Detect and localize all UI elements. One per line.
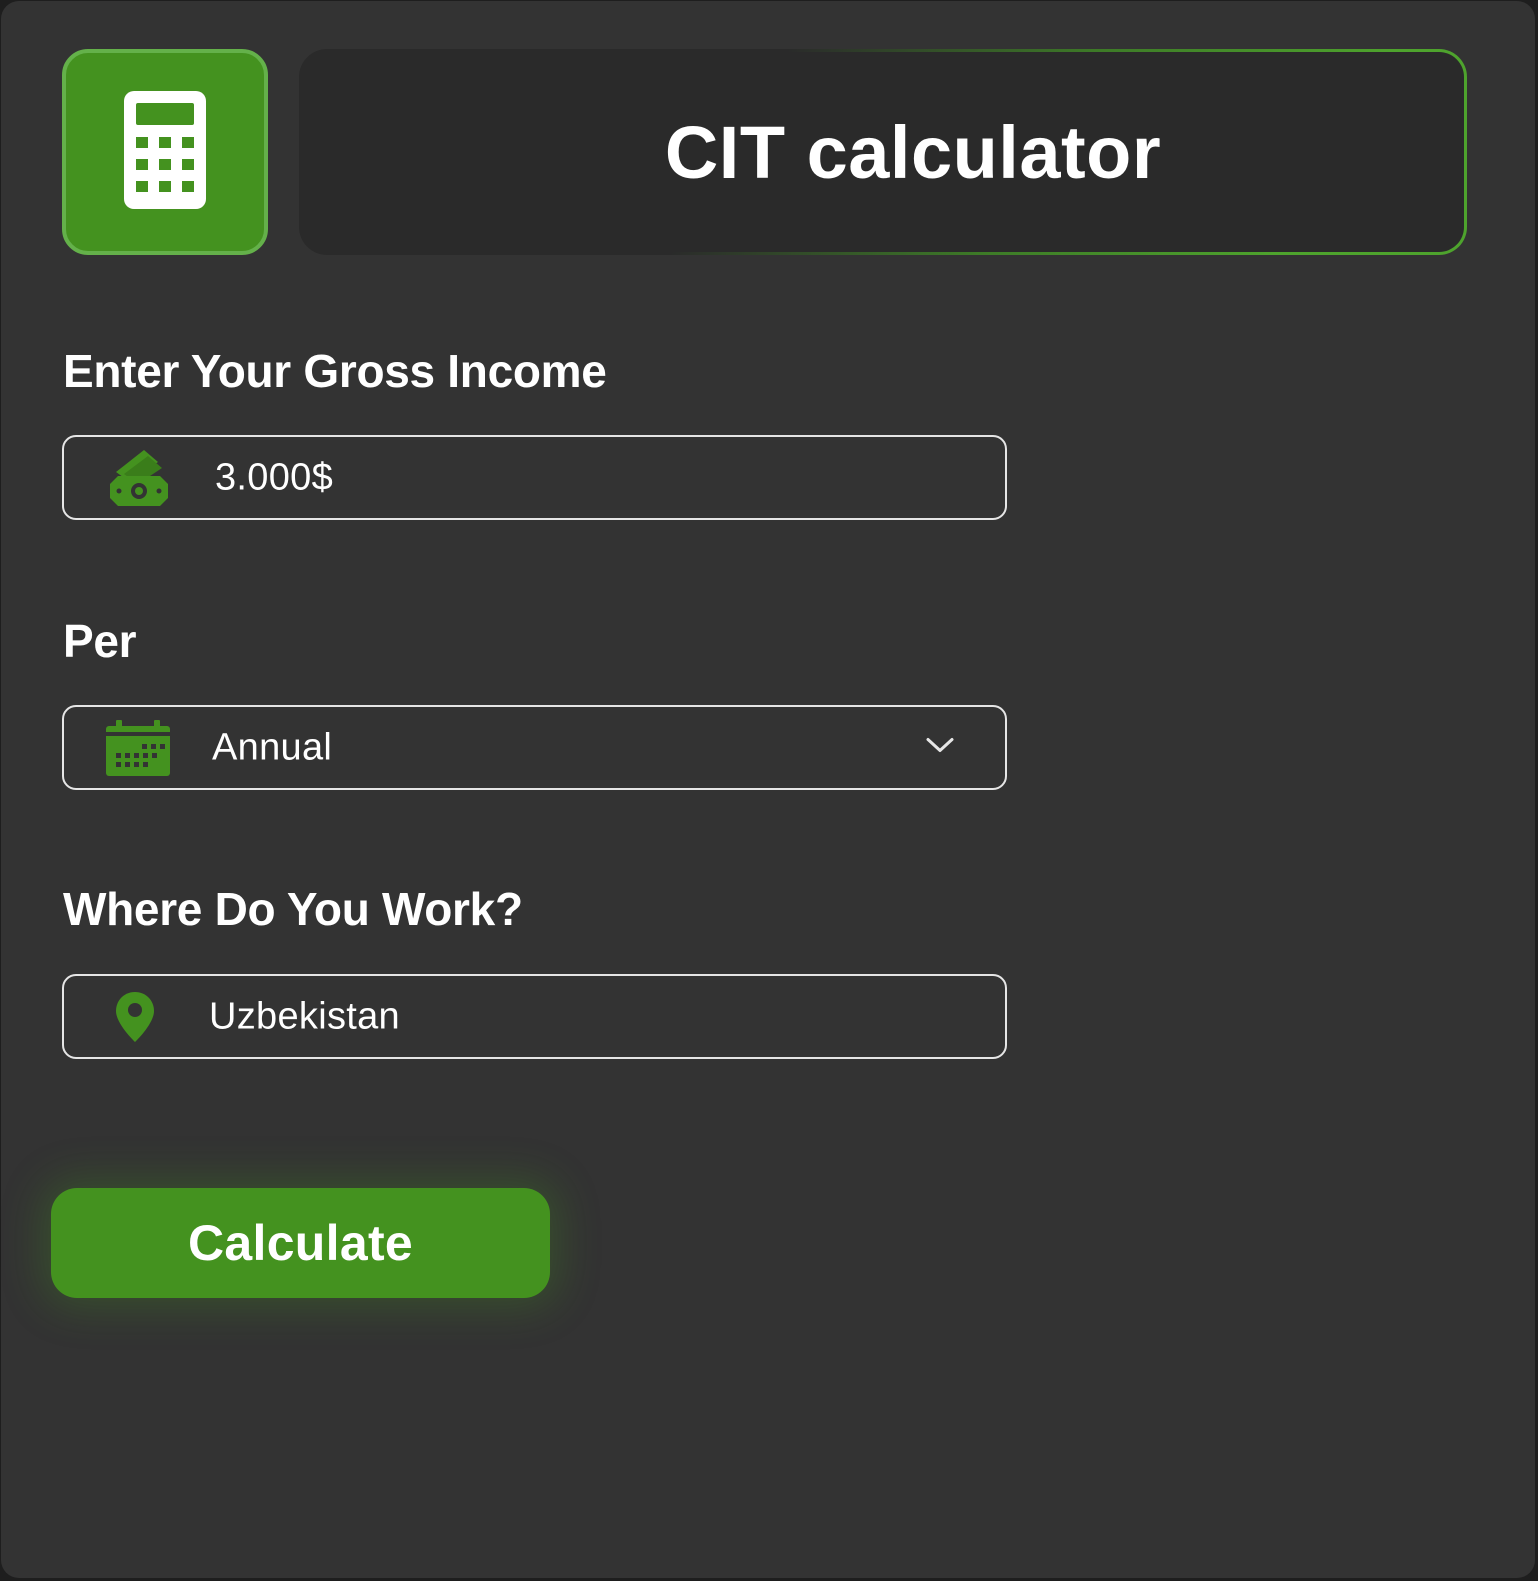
location-pin-icon <box>114 991 156 1043</box>
money-icon <box>108 448 170 508</box>
title-bar: CIT calculator <box>299 49 1467 255</box>
period-label: Per <box>63 615 137 667</box>
chevron-down-icon[interactable] <box>925 736 955 759</box>
gross-income-input[interactable]: 3.000$ <box>62 435 1007 520</box>
period-select[interactable]: Annual <box>62 705 1007 790</box>
calculator-icon <box>124 90 206 214</box>
page-title: CIT calculator <box>664 110 1162 194</box>
logo-tile <box>62 49 268 255</box>
work-location-input[interactable]: Uzbekistan <box>62 974 1007 1059</box>
income-label: Enter Your Gross Income <box>63 345 607 397</box>
period-selected-value: Annual <box>212 726 333 768</box>
work-location-value: Uzbekistan <box>209 995 400 1037</box>
calculator-panel: CIT calculator Enter Your Gross Income 3 <box>1 1 1535 1578</box>
calendar-icon <box>106 719 170 776</box>
gross-income-value: 3.000$ <box>215 456 334 498</box>
calculate-button[interactable]: Calculate <box>51 1188 550 1298</box>
location-label: Where Do You Work? <box>63 883 523 935</box>
